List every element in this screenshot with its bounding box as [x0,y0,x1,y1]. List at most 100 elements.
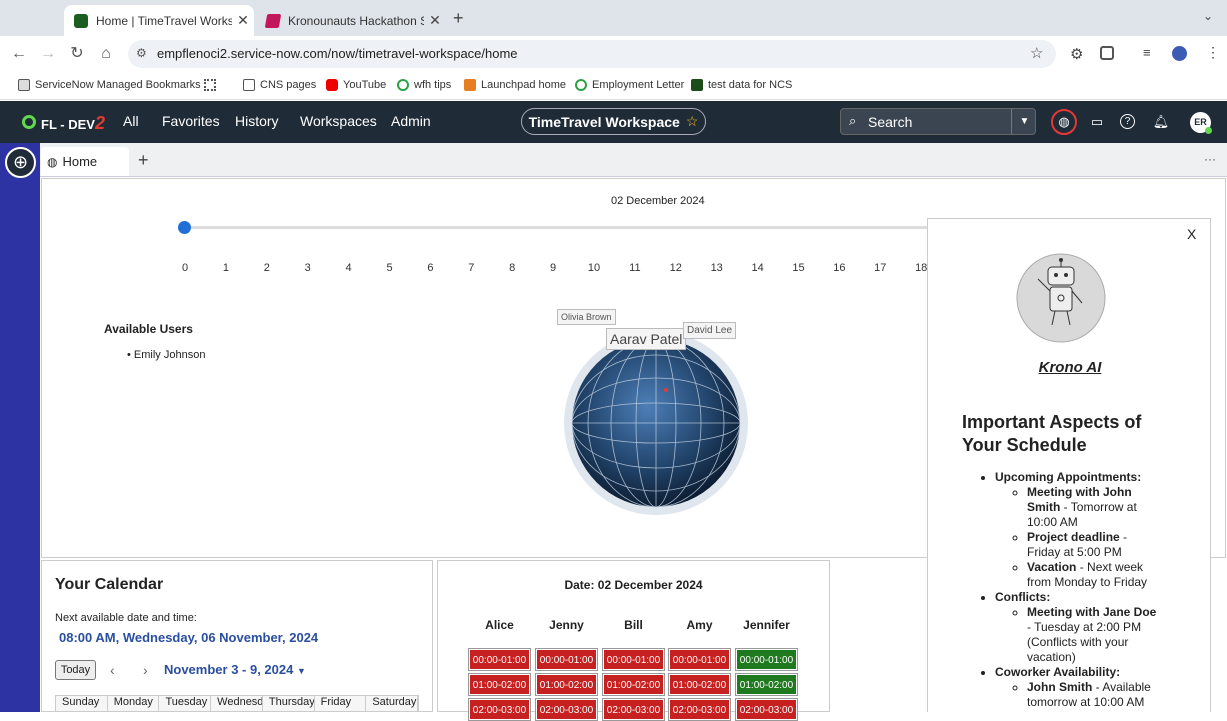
chat-icon[interactable]: ▭ [1088,113,1106,131]
folder-icon [243,79,255,91]
schedule-item: Meeting with Jane Doe - Tuesday at 2:00 … [1027,605,1163,665]
bookmark-star-icon[interactable]: ☆ [1030,44,1043,62]
time-slot-busy[interactable]: 00:00-01:00 [468,648,531,671]
calendar-title: Your Calendar [55,576,164,593]
nav-all[interactable]: All [123,113,139,129]
calendar-day-header: Sunday [56,696,108,711]
time-slot-busy[interactable]: 02:00-03:00 [602,698,665,721]
url-text[interactable]: empflenoci2.service-now.com/now/timetrav… [157,46,518,61]
home-icon[interactable]: ⌂ [96,44,116,64]
time-slot-busy[interactable]: 01:00-02:00 [468,673,531,696]
servicenow-favicon-icon [74,13,88,28]
tab-search-chevron-icon[interactable]: ⌄ [1203,9,1213,23]
extensions-icon[interactable] [1100,46,1114,60]
previous-week-icon[interactable]: ‹ [110,662,115,678]
schedule-summary-list: Upcoming Appointments:Meeting with John … [983,470,1163,710]
nav-admin[interactable]: Admin [391,113,431,129]
favorite-star-icon[interactable]: ☆ [686,113,699,130]
time-slot-free[interactable]: 00:00-01:00 [735,648,798,671]
servicenow-logo-icon[interactable] [22,115,36,129]
bookmark-label: ServiceNow Managed Bookmarks [35,79,201,91]
bookmark-youtube[interactable]: YouTube [326,79,386,91]
tab-home[interactable]: ◍ Home [41,147,129,176]
workspace-title-pill[interactable]: TimeTravel Workspace ☆ [521,108,706,135]
more-options-icon[interactable]: ··· [1204,152,1216,166]
search-scope-dropdown-icon[interactable]: ▼ [1011,109,1037,134]
bookmark-label: wfh tips [414,79,452,91]
timeline-tick: 13 [710,262,723,274]
workspace-globe-icon[interactable]: ⊕ [5,147,36,178]
time-slot-busy[interactable]: 01:00-02:00 [668,673,731,696]
timeline-slider-track[interactable] [184,226,929,229]
calendar-day-header: Thursday [262,696,315,711]
search-placeholder: Search [868,114,913,130]
time-slot-busy[interactable]: 02:00-03:00 [535,698,598,721]
globe-user-label[interactable]: David Lee [683,322,737,339]
schedule-section: Conflicts:Meeting with Jane Doe - Tuesda… [995,590,1163,665]
bookmark-servicenow[interactable]: ServiceNow Managed Bookmarks [18,79,201,91]
bookmark-launchpad[interactable]: Launchpad home [464,79,566,91]
add-tab-button[interactable]: + [138,150,149,171]
globe-icon: ◍ [47,154,58,169]
globe-user-label[interactable]: Aarav Patel [606,328,687,350]
timeline-tick: 12 [669,262,682,274]
globe-user-label[interactable]: Olivia Brown [557,309,616,325]
bookmark-cns-pages[interactable]: CNS pages [243,79,316,91]
timeline-slider-handle[interactable] [178,221,191,234]
close-tab-icon[interactable]: ✕ [232,12,254,29]
schedule-items: John Smith - Available tomorrow at 10:00… [995,680,1163,710]
media-queue-icon[interactable]: ≡ [1143,45,1151,60]
time-slot-free[interactable]: 01:00-02:00 [735,673,798,696]
time-slot-busy[interactable]: 00:00-01:00 [668,648,731,671]
world-globe[interactable] [560,335,752,517]
bookmark-label: CNS pages [260,79,317,91]
time-slot-busy[interactable]: 01:00-02:00 [602,673,665,696]
timeline-tick: 0 [181,262,189,274]
schedule-section-title: Coworker Availability: [995,665,1121,679]
back-icon[interactable]: ← [9,44,29,64]
time-slot-busy[interactable]: 02:00-03:00 [668,698,731,721]
time-slot-busy[interactable]: 00:00-01:00 [602,648,665,671]
available-user-name: Emily Johnson [133,349,206,361]
reload-icon[interactable]: ↻ [67,44,87,64]
next-week-icon[interactable]: › [143,662,148,678]
instance-label: FL - DEV [41,117,95,132]
notifications-bell-icon[interactable]: 🔔︎ [1152,113,1170,131]
close-tab-icon[interactable]: ✕ [424,12,446,29]
time-slot-busy[interactable]: 00:00-01:00 [535,648,598,671]
time-slot-busy[interactable]: 02:00-03:00 [735,698,798,721]
week-range-dropdown[interactable]: November 3 - 9, 2024 ▼ [164,662,306,677]
browser-menu-icon[interactable]: ⋮ [1206,44,1220,61]
help-icon[interactable]: ? [1120,114,1135,129]
apps-grid-icon[interactable] [204,79,216,91]
forward-icon[interactable]: → [38,44,58,64]
bookmark-wfh-tips[interactable]: wfh tips [397,79,451,91]
bookmark-employment-letter[interactable]: Employment Letter [575,79,684,91]
time-slot-busy[interactable]: 02:00-03:00 [468,698,531,721]
left-rail [0,143,40,712]
profile-avatar-icon[interactable] [1172,46,1187,61]
calendar-day-header: Tuesday [159,696,212,711]
person-column-header: Alice [485,618,514,632]
nav-favorites[interactable]: Favorites [162,113,220,129]
nav-history[interactable]: History [235,113,279,129]
browser-tab[interactable]: Kronounauts Hackathon Subm ✕ [256,5,446,36]
global-search-input[interactable]: ⌕ Search ▼ [840,108,1036,135]
site-info-icon[interactable]: ⚙ [136,46,147,60]
timeline-tick: 6 [427,262,434,274]
new-tab-button[interactable]: + [453,8,464,29]
bookmark-test-data[interactable]: test data for NCS [691,79,792,91]
online-status-dot [1205,127,1212,134]
timeline-tick: 9 [550,262,557,274]
timeline-tick: 11 [629,262,641,274]
bookmark-label: test data for NCS [708,79,793,91]
timeline-tick: 5 [386,262,393,274]
extension-gear-icon[interactable]: ⚙ [1070,45,1083,63]
timeline-tick: 2 [263,262,270,274]
today-button[interactable]: Today [55,660,96,680]
instance-name[interactable]: FL - DEV2 [41,113,105,134]
time-slot-busy[interactable]: 01:00-02:00 [535,673,598,696]
nav-workspaces[interactable]: Workspaces [300,113,377,129]
close-icon[interactable]: X [1187,226,1196,242]
browser-tab-active[interactable]: Home | TimeTravel Workspace ✕ [64,5,254,36]
